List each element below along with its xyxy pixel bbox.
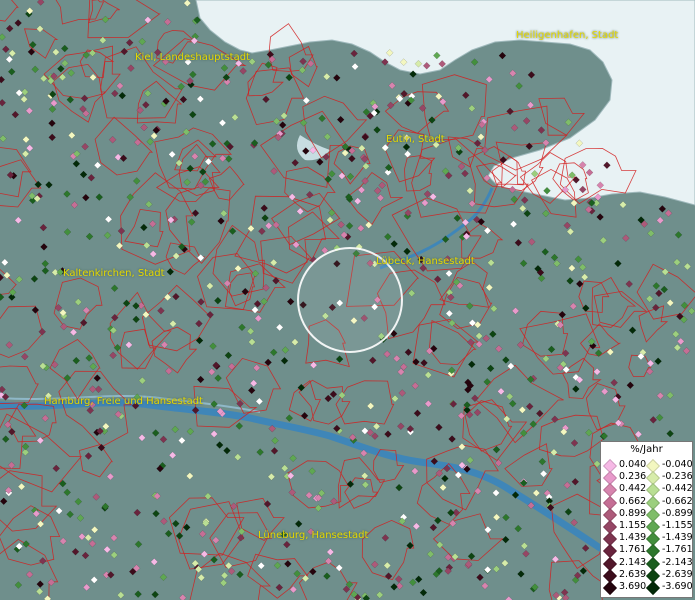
legend-label: -0.442 <box>662 483 693 495</box>
city-label-kiel: Kiel, Landeshauptstadt <box>135 52 250 63</box>
city-label-lueneburg: Lüneburg, Hansestadt <box>258 530 369 541</box>
legend-label: 2.143 <box>619 556 647 568</box>
legend-label: -1.761 <box>662 544 693 556</box>
city-label-hamburg: Hamburg, Freie und Hansestadt <box>44 396 203 407</box>
legend-label: 2.639 <box>619 568 647 580</box>
legend-label: 0.442 <box>619 483 647 495</box>
basemap <box>0 0 695 600</box>
legend-label: -0.899 <box>662 507 693 519</box>
legend-label: -3.690 <box>662 580 693 592</box>
legend-label: 3.690 <box>619 580 647 592</box>
legend-label: -2.143 <box>662 556 693 568</box>
legend: %/Jahr 0.040 0.236 0.442 0.662 0.899 1.155 1.4… <box>600 441 693 598</box>
legend-label: -1.439 <box>662 532 693 544</box>
legend-label: 0.040 <box>619 459 647 470</box>
legend-label: 0.236 <box>619 471 647 483</box>
legend-label: 1.761 <box>619 544 647 556</box>
legend-label: -1.155 <box>662 519 693 531</box>
legend-title: %/Jahr <box>630 444 663 455</box>
city-label-kaltenkirchen: Kaltenkirchen, Stadt <box>63 268 165 279</box>
city-label-luebeck: Lübeck, Hansestadt <box>376 256 475 267</box>
legend-label: -0.662 <box>662 495 693 507</box>
legend-label: 1.155 <box>619 519 647 531</box>
city-label-heiligenhafen: Heiligenhafen, Stadt <box>516 30 619 41</box>
legend-label: -0.040 <box>662 459 693 470</box>
city-label-eutin: Eutin, Stadt <box>386 134 445 145</box>
map-view[interactable]: Heiligenhafen, Stadt Kiel, Landeshauptst… <box>0 0 695 600</box>
legend-label: 1.439 <box>619 532 647 544</box>
legend-swatch <box>645 580 661 595</box>
legend-label: 0.662 <box>619 495 647 507</box>
legend-swatch <box>602 580 618 595</box>
legend-label: -2.639 <box>662 568 693 580</box>
legend-label: -0.236 <box>662 471 693 483</box>
legend-label: 0.899 <box>619 507 647 519</box>
